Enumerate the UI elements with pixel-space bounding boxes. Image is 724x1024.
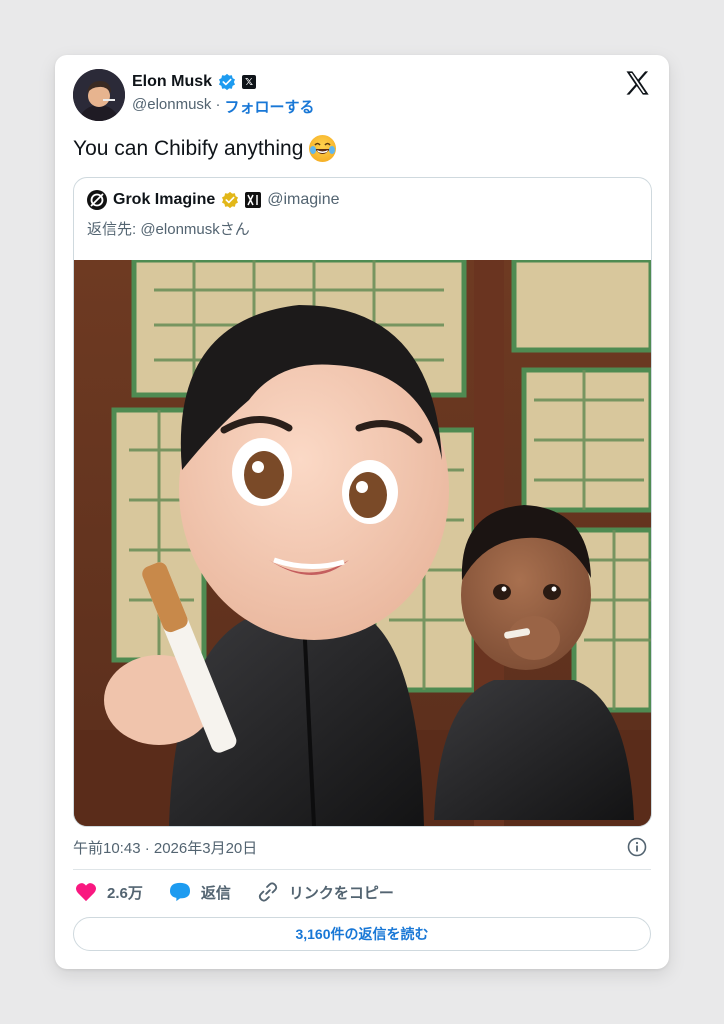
handle-separator: · [215, 96, 221, 113]
divider [73, 869, 651, 870]
quoted-author-name[interactable]: Grok Imagine [113, 191, 215, 209]
reply-button[interactable]: 返信 [169, 882, 231, 903]
tweet-body: You can Chibify anything [73, 136, 304, 160]
x-logo-icon[interactable] [623, 69, 651, 97]
author-name-row: Elon Musk 𝕏 [132, 73, 257, 91]
quoted-author-row: Grok Imagine @imagine [87, 190, 340, 210]
verified-badge-icon [218, 73, 236, 91]
tweet-timestamp[interactable]: 午前10:43 · 2026年3月20日 [73, 837, 257, 858]
author-avatar[interactable] [73, 69, 125, 121]
gold-verified-badge-icon [222, 191, 239, 209]
author-handle[interactable]: @elonmusk [132, 96, 211, 117]
author-name[interactable]: Elon Musk [132, 73, 212, 91]
laughing-emoji-icon [309, 135, 337, 162]
quoted-reply-to: 返信先: @elonmuskさん [87, 221, 250, 238]
tweet-actions: 2.6万 返信 リンクをコピー [75, 881, 420, 903]
info-icon[interactable] [627, 837, 647, 857]
embedded-tweet-card: Elon Musk 𝕏 @elonmusk · フォローする You can C… [55, 55, 669, 969]
avatar-image [73, 69, 125, 121]
read-replies-button[interactable]: 3,160件の返信を読む [73, 917, 651, 951]
reply-bubble-icon [169, 882, 190, 902]
tweet-text: You can Chibify anything [73, 135, 337, 162]
like-button[interactable]: 2.6万 [75, 882, 143, 903]
xai-badge-icon [245, 192, 262, 208]
reply-label: 返信 [200, 884, 231, 902]
chibi-figures-image[interactable] [74, 260, 651, 826]
heart-icon [76, 883, 96, 902]
x-affiliate-badge-icon: 𝕏 [242, 75, 257, 89]
follow-button[interactable]: フォローする [224, 96, 314, 117]
quoted-handle[interactable]: @imagine [267, 191, 339, 209]
like-count: 2.6万 [107, 884, 143, 902]
grok-logo-icon [87, 190, 107, 210]
link-icon [258, 882, 278, 902]
author-handle-row: @elonmusk · フォローする [132, 96, 314, 117]
copy-link-label: リンクをコピー [288, 884, 394, 902]
quoted-tweet[interactable]: Grok Imagine @imagine 返信先: @elonmuskさん [73, 177, 652, 827]
copy-link-button[interactable]: リンクをコピー [257, 881, 394, 903]
